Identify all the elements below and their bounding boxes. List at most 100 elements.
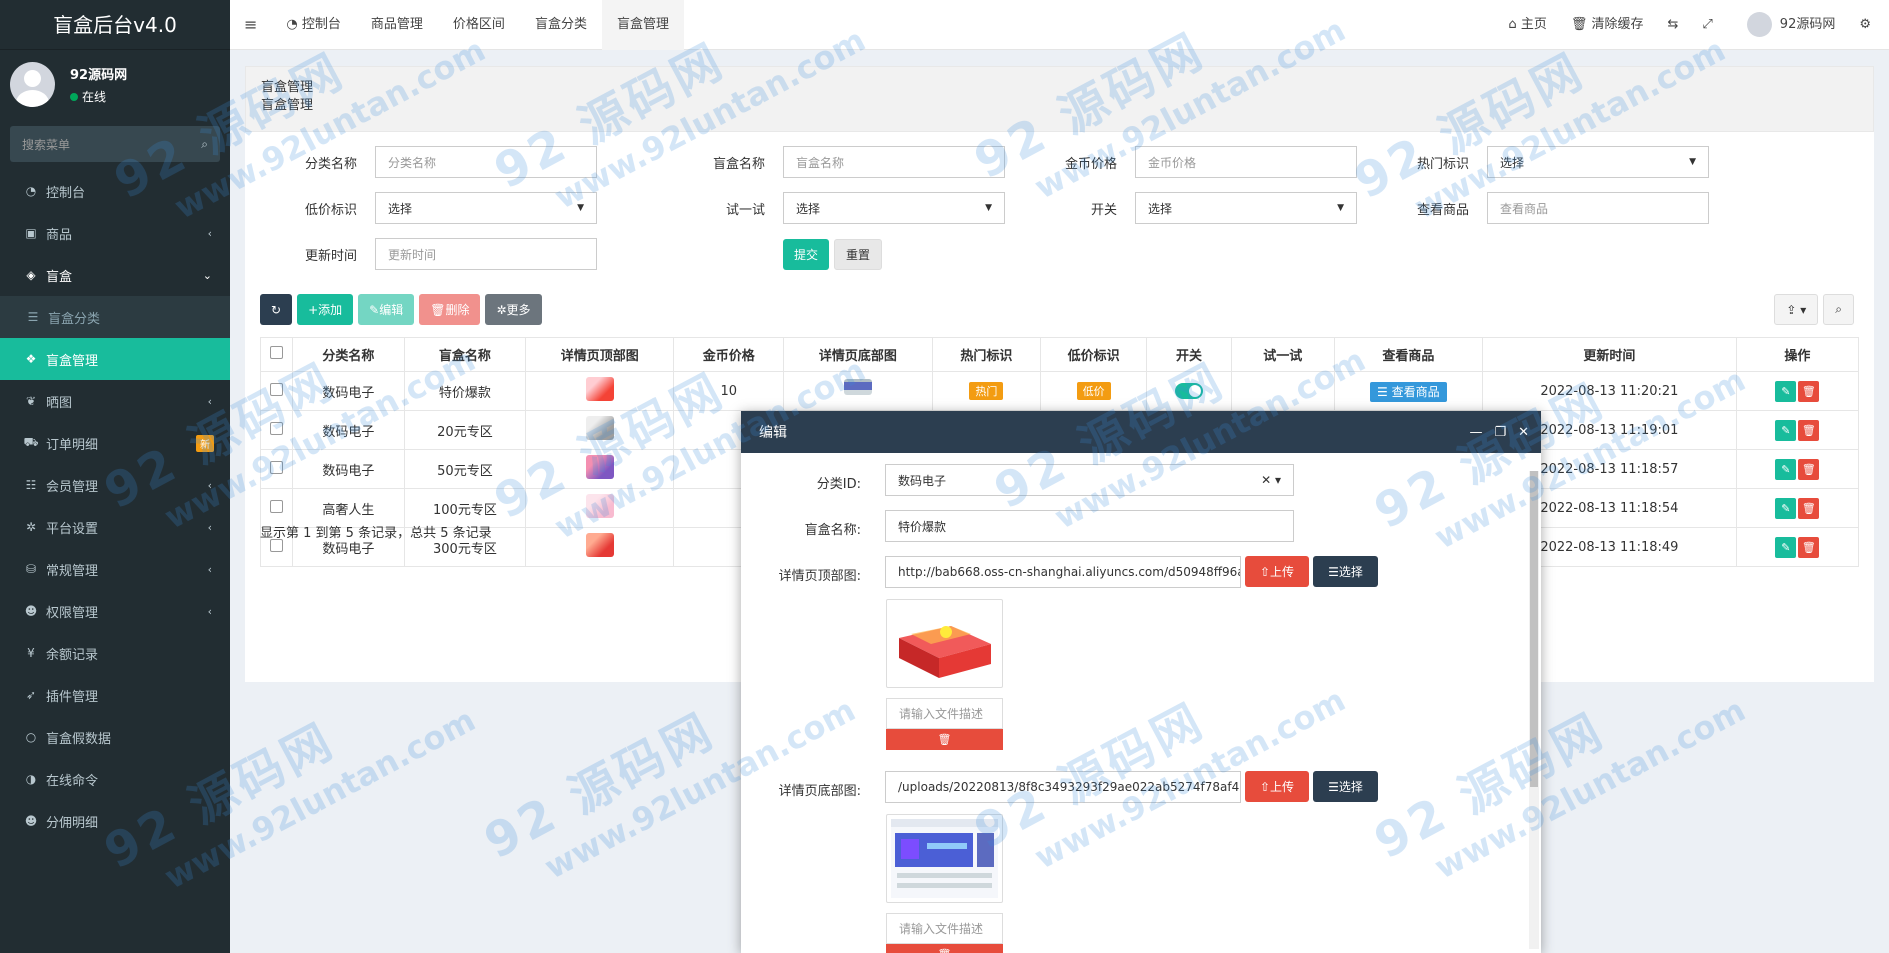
toggle-switch[interactable]	[1175, 383, 1204, 399]
cell-bottom-image[interactable]	[783, 371, 933, 411]
col-header[interactable]: 分类名称	[291, 337, 405, 372]
row-checkbox-cell[interactable]	[260, 371, 293, 411]
col-header[interactable]: 详情页底部图	[783, 337, 933, 372]
col-header[interactable]: 低价标识	[1040, 337, 1148, 372]
reset-button[interactable]: 重置	[834, 238, 883, 270]
col-header[interactable]: 查看商品	[1333, 337, 1484, 372]
cell-view[interactable]: ☰ 查看商品	[1333, 371, 1484, 411]
sidebar-item-9[interactable]: ✲ 平台设置 ‹	[0, 506, 230, 548]
select-bottom-button[interactable]: ☰ 选择	[1313, 771, 1378, 802]
sidebar-item-1[interactable]: ◔ 控制台	[0, 170, 230, 212]
modal-scrollbar[interactable]	[1529, 471, 1539, 949]
row-edit-button[interactable]: ✎	[1775, 458, 1797, 480]
row-delete-button[interactable]: 🗑	[1798, 497, 1820, 519]
submit-button[interactable]: 提交	[783, 238, 830, 270]
bottom-image-thumb[interactable]	[843, 378, 872, 395]
bottom-image-preview[interactable]	[886, 814, 1003, 903]
app-logo[interactable]: 盲盒后台v4.0	[0, 0, 230, 50]
top-image-thumb[interactable]	[585, 494, 614, 518]
edit-button[interactable]: ✎ 编辑	[358, 294, 415, 325]
top-file-desc-input[interactable]: 请输入文件描述	[886, 698, 1003, 729]
cell-top-image[interactable]	[524, 488, 675, 528]
close-icon[interactable]: ✕	[1518, 425, 1529, 440]
scrollbar-thumb[interactable]	[1530, 471, 1538, 787]
fullscreen-icon[interactable]: ⤢	[1690, 0, 1724, 50]
language-icon[interactable]: ⇆	[1655, 0, 1690, 50]
sidebar-item-10[interactable]: ⛁ 常规管理 ‹	[0, 548, 230, 590]
sidebar-item-8[interactable]: ☷ 会员管理 ‹	[0, 464, 230, 506]
filter-try-select[interactable]: 选择 ▼	[783, 192, 1005, 224]
checkbox[interactable]	[269, 346, 283, 359]
col-header[interactable]: 更新时间	[1482, 337, 1737, 372]
settings-gear-icon[interactable]: ⚙	[1847, 0, 1889, 50]
upload-top-button[interactable]: ⇧ 上传	[1245, 556, 1309, 587]
col-header[interactable]: 盲盒名称	[403, 337, 526, 372]
sidebar-item-3[interactable]: ◈ 盲盒 ⌄	[0, 254, 230, 296]
checkbox[interactable]	[269, 460, 283, 474]
user-menu[interactable]: 92源码网	[1725, 0, 1848, 50]
table-row[interactable]: 数码电子 特价爆款 10 热门 低价 ☰ 查看商品 2022-08-13 11:20:21 ✎…	[260, 371, 1860, 411]
search-icon[interactable]: ⌕	[201, 137, 208, 152]
home-link[interactable]: ⌂ 主页	[1496, 0, 1558, 50]
row-delete-button[interactable]: 🗑	[1798, 380, 1820, 402]
tab-price-range[interactable]: 价格区间	[438, 0, 520, 50]
top-image-input[interactable]: http://bab668.oss-cn-shanghai.aliyuncs.c…	[885, 556, 1241, 588]
sidebar-item-11[interactable]: ☻ 权限管理 ‹	[0, 590, 230, 632]
sidebar-item-13[interactable]: ➶ 插件管理	[0, 674, 230, 716]
sidebar-item-7[interactable]: ⛟ 订单明细 新	[0, 422, 230, 464]
clear-caret-icon[interactable]: ✕ ▾	[1261, 473, 1281, 487]
bottom-image-input[interactable]: /uploads/20220813/8f8c3493293f29ae022ab5…	[885, 771, 1241, 803]
sidebar-item-6[interactable]: ❦ 晒图 ‹	[0, 380, 230, 422]
filter-time-input[interactable]: 更新时间	[375, 238, 597, 270]
filter-price-input[interactable]: 金币价格	[1135, 146, 1357, 178]
select-all-checkbox[interactable]	[260, 337, 293, 372]
top-delete-button[interactable]: 🗑	[886, 729, 1003, 750]
category-id-select[interactable]: 数码电子 ✕ ▾	[885, 464, 1294, 496]
filter-switch-select[interactable]: 选择 ▼	[1135, 192, 1357, 224]
box-name-input[interactable]: 特价爆款	[885, 510, 1294, 542]
top-image-thumb[interactable]	[585, 377, 614, 401]
minimize-icon[interactable]: —	[1469, 425, 1482, 440]
sidebar-toggle-icon[interactable]: ≡	[230, 0, 271, 50]
col-header[interactable]: 开关	[1146, 337, 1232, 372]
filter-view-input[interactable]: 查看商品	[1487, 192, 1709, 224]
col-header[interactable]: 热门标识	[931, 337, 1042, 372]
sidebar-item-12[interactable]: ¥ 余额记录	[0, 632, 230, 674]
row-edit-button[interactable]: ✎	[1775, 380, 1797, 402]
checkbox[interactable]	[269, 382, 283, 396]
sidebar-item-2[interactable]: ▣ 商品 ‹	[0, 212, 230, 254]
filter-low-select[interactable]: 选择 ▼	[375, 192, 597, 224]
filter-category-input[interactable]: 分类名称	[375, 146, 597, 178]
row-edit-button[interactable]: ✎	[1775, 536, 1797, 558]
sidebar-item-5[interactable]: ❖ 盲盒管理	[0, 338, 230, 380]
cell-top-image[interactable]	[524, 449, 675, 489]
sidebar-item-15[interactable]: ◑ 在线命令	[0, 758, 230, 800]
col-header[interactable]: 金币价格	[673, 337, 785, 372]
top-image-preview[interactable]	[886, 599, 1003, 688]
tab-dashboard[interactable]: ◔ 控制台	[271, 0, 356, 50]
top-image-thumb[interactable]	[585, 416, 614, 440]
sidebar-item-14[interactable]: ○ 盲盒假数据	[0, 716, 230, 758]
cell-switch[interactable]	[1146, 371, 1232, 411]
refresh-button[interactable]: ↻	[260, 294, 293, 325]
filter-name-input[interactable]: 盲盒名称	[783, 146, 1005, 178]
delete-button[interactable]: 🗑 删除	[419, 294, 481, 325]
row-checkbox-cell[interactable]	[260, 449, 293, 489]
row-edit-button[interactable]: ✎	[1775, 497, 1797, 519]
col-header[interactable]: 试一试	[1230, 337, 1335, 372]
row-checkbox-cell[interactable]	[260, 410, 293, 450]
row-delete-button[interactable]: 🗑	[1798, 458, 1820, 480]
select-top-button[interactable]: ☰ 选择	[1313, 556, 1378, 587]
add-button[interactable]: + 添加	[297, 294, 354, 325]
more-button[interactable]: ✲ 更多	[485, 294, 542, 325]
view-goods-button[interactable]: ☰ 查看商品	[1370, 381, 1447, 402]
row-delete-button[interactable]: 🗑	[1798, 419, 1820, 441]
checkbox[interactable]	[269, 421, 283, 435]
row-edit-button[interactable]: ✎	[1775, 419, 1797, 441]
tab-box-category[interactable]: 盲盒分类	[520, 0, 602, 50]
top-image-thumb[interactable]	[585, 455, 614, 479]
sidebar-item-4[interactable]: ☰ 盲盒分类	[0, 296, 230, 338]
cell-top-image[interactable]	[524, 527, 675, 567]
maximize-icon[interactable]: ❐	[1494, 425, 1506, 440]
menu-search-input[interactable]: 搜索菜单 ⌕	[10, 126, 220, 162]
